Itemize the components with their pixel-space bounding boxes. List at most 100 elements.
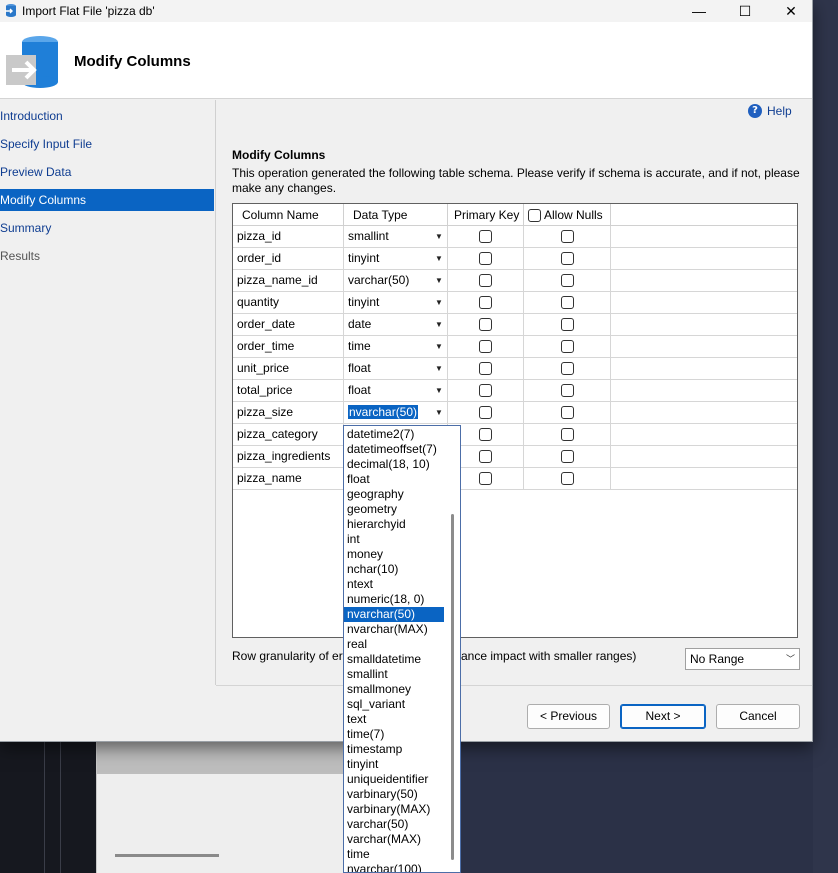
primary-key-checkbox[interactable] [479,274,492,287]
allow-nulls-checkbox[interactable] [561,274,574,287]
option-ntext[interactable]: ntext [344,577,444,592]
column-name-cell[interactable]: pizza_size [233,402,344,423]
primary-key-checkbox[interactable] [479,384,492,397]
dropdown-arrow-icon[interactable]: ▼ [434,248,444,269]
option-nvarchar-50-selected[interactable]: nvarchar(50) [344,607,444,622]
option-varbinary-50[interactable]: varbinary(50) [344,787,444,802]
data-type-dropdown[interactable]: smallint ▼ [344,226,448,247]
nav-item-summary[interactable]: Summary [0,217,214,239]
maximize-button[interactable]: ☐ [722,0,768,22]
column-name-cell[interactable]: total_price [233,380,344,401]
option-sql-variant[interactable]: sql_variant [344,697,444,712]
allow-nulls-checkbox[interactable] [561,472,574,485]
range-select[interactable]: No Range ﹀ [685,648,800,670]
option-nchar[interactable]: nchar(10) [344,562,444,577]
data-type-dropdown[interactable]: varchar(50) ▼ [344,270,448,291]
cancel-button[interactable]: Cancel [716,704,800,729]
allow-nulls-checkbox[interactable] [561,450,574,463]
option-uniqueidentifier[interactable]: uniqueidentifier [344,772,444,787]
allow-nulls-checkbox[interactable] [561,296,574,309]
dropdown-arrow-icon[interactable]: ▼ [434,314,444,335]
dropdown-scrollbar[interactable] [451,514,454,860]
column-name-cell[interactable]: pizza_ingredients [233,446,344,467]
data-type-dropdown[interactable]: float ▼ [344,380,448,401]
dropdown-arrow-icon[interactable]: ▼ [434,380,444,401]
option-datetime2[interactable]: datetime2(7) [344,427,444,442]
allow-nulls-checkbox[interactable] [561,230,574,243]
data-type-dropdown[interactable]: time ▼ [344,336,448,357]
nav-item-preview-data[interactable]: Preview Data [0,161,214,183]
column-name-cell[interactable]: pizza_id [233,226,344,247]
option-smallmoney[interactable]: smallmoney [344,682,444,697]
data-type-dropdown[interactable]: tinyint ▼ [344,248,448,269]
primary-key-checkbox[interactable] [479,318,492,331]
row-filler [611,248,797,269]
column-name-cell[interactable]: pizza_category [233,424,344,445]
option-timestamp[interactable]: timestamp [344,742,444,757]
dropdown-arrow-icon[interactable]: ▼ [434,270,444,291]
help-link[interactable]: ? Help [748,104,792,118]
allow-nulls-checkbox[interactable] [561,406,574,419]
allow-nulls-checkbox[interactable] [561,252,574,265]
column-name-cell[interactable]: pizza_name [233,468,344,489]
primary-key-checkbox[interactable] [479,406,492,419]
allow-nulls-checkbox[interactable] [561,362,574,375]
primary-key-checkbox[interactable] [479,252,492,265]
primary-key-checkbox[interactable] [479,230,492,243]
nav-item-modify-columns[interactable]: Modify Columns [0,189,214,211]
column-name-cell[interactable]: order_id [233,248,344,269]
option-varchar-50[interactable]: varchar(50) [344,817,444,832]
data-type-options-list[interactable]: datetime2(7) datetimeoffset(7) decimal(1… [343,425,461,873]
dropdown-arrow-icon[interactable]: ▼ [434,226,444,247]
option-nvarchar-100[interactable]: nvarchar(100) [344,862,444,872]
option-datetimeoffset[interactable]: datetimeoffset(7) [344,442,444,457]
minimize-button[interactable]: — [676,0,722,22]
data-type-dropdown[interactable]: date ▼ [344,314,448,335]
dropdown-arrow-icon[interactable]: ▼ [434,358,444,379]
close-button[interactable]: ✕ [768,0,814,22]
dropdown-arrow-icon[interactable]: ▼ [434,402,444,423]
option-int[interactable]: int [344,532,444,547]
allow-nulls-checkbox[interactable] [561,340,574,353]
column-name-cell[interactable]: quantity [233,292,344,313]
primary-key-checkbox[interactable] [479,450,492,463]
option-decimal[interactable]: decimal(18, 10) [344,457,444,472]
option-smalldatetime[interactable]: smalldatetime [344,652,444,667]
primary-key-checkbox[interactable] [479,362,492,375]
option-numeric[interactable]: numeric(18, 0) [344,592,444,607]
option-tinyint[interactable]: tinyint [344,757,444,772]
option-varchar-max[interactable]: varchar(MAX) [344,832,444,847]
column-name-cell[interactable]: order_date [233,314,344,335]
option-geography[interactable]: geography [344,487,444,502]
option-geometry[interactable]: geometry [344,502,444,517]
primary-key-checkbox[interactable] [479,428,492,441]
option-real[interactable]: real [344,637,444,652]
option-varbinary-max[interactable]: varbinary(MAX) [344,802,444,817]
primary-key-checkbox[interactable] [479,296,492,309]
data-type-dropdown[interactable]: tinyint ▼ [344,292,448,313]
option-nvarchar-max[interactable]: nvarchar(MAX) [344,622,444,637]
column-name-cell[interactable]: order_time [233,336,344,357]
option-text[interactable]: text [344,712,444,727]
allow-nulls-checkbox[interactable] [561,318,574,331]
option-smallint[interactable]: smallint [344,667,444,682]
column-name-cell[interactable]: pizza_name_id [233,270,344,291]
option-hierarchyid[interactable]: hierarchyid [344,517,444,532]
primary-key-checkbox[interactable] [479,340,492,353]
previous-button[interactable]: < Previous [527,704,610,729]
dropdown-arrow-icon[interactable]: ▼ [434,336,444,357]
nav-item-introduction[interactable]: Introduction [0,105,214,127]
option-time[interactable]: time [344,847,444,862]
option-money[interactable]: money [344,547,444,562]
dropdown-arrow-icon[interactable]: ▼ [434,292,444,313]
option-time-7[interactable]: time(7) [344,727,444,742]
primary-key-checkbox[interactable] [479,472,492,485]
option-float[interactable]: float [344,472,444,487]
next-button[interactable]: Next > [620,704,706,729]
allow-nulls-checkbox[interactable] [561,384,574,397]
allow-nulls-checkbox[interactable] [561,428,574,441]
nav-item-specify-input-file[interactable]: Specify Input File [0,133,214,155]
data-type-dropdown[interactable]: float ▼ [344,358,448,379]
data-type-dropdown-active[interactable]: nvarchar(50) ▼ [344,402,448,423]
column-name-cell[interactable]: unit_price [233,358,344,379]
